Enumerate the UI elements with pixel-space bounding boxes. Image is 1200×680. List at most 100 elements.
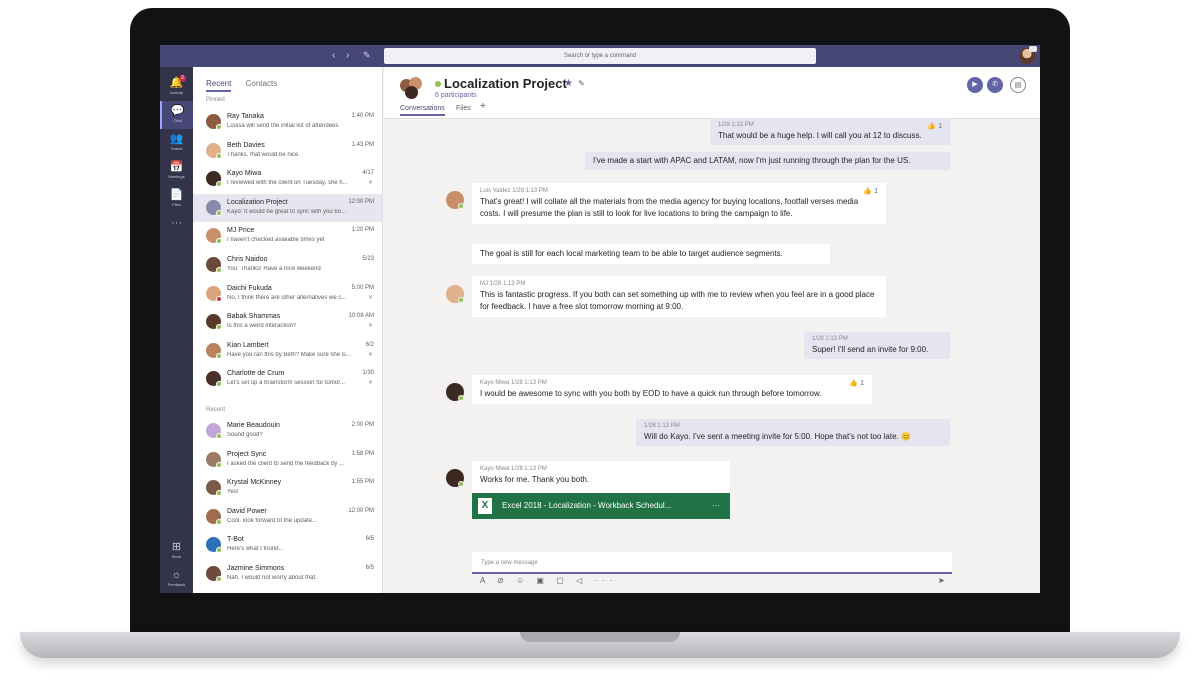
chat-name: T-Bot — [227, 536, 244, 544]
excel-icon: X — [478, 498, 492, 514]
message-theirs: The goal is still for each local marketi… — [472, 244, 830, 264]
chat-time: 1:20 PM — [351, 227, 374, 234]
message-mine: 1/28 1:13 PM That would be a huge help. … — [710, 118, 950, 145]
tab-contacts[interactable]: Contacts — [246, 79, 278, 90]
chat-list-item[interactable]: Jazmine Simmons Nah. I would not worry ab… — [193, 560, 382, 588]
message-theirs: Kayo Miwa 1/28 1:13 PM I would be awesom… — [472, 375, 872, 404]
mute-icon[interactable]: ✕ — [368, 294, 373, 301]
attachment-name: Excel 2018 - Localization - Workback Sch… — [502, 501, 672, 510]
chat-time: 6/5 — [365, 536, 374, 543]
chat-list-item[interactable]: Chris Naidoo You: Thanks! Have a nice wee… — [193, 251, 382, 279]
rail-more[interactable]: ··· — [160, 213, 193, 241]
chat-name: David Power — [227, 507, 267, 515]
chat-preview: Is this a weird interaction? — [227, 323, 297, 330]
message-meta: Luis Valdez 1/28 1:13 PM — [480, 188, 548, 194]
chat-preview: Kayo: It would be great to sync with you… — [227, 208, 347, 215]
rail-store[interactable]: ⊞ Store — [160, 537, 193, 565]
sender-presence-icon — [458, 481, 464, 487]
chat-preview: Cool. look forward to the update... — [227, 517, 318, 524]
title-bar: ‹ › ✎ Search or type a command — [160, 45, 1040, 67]
rail-meetings[interactable]: 📅 Meetings — [160, 157, 193, 185]
chat-list-item[interactable]: Charlotte de Crum Let's set up a brainsto… — [193, 365, 382, 393]
presence-icon — [216, 518, 222, 525]
chat-list-item[interactable]: T-Bot Here's what I found... 6/5 — [193, 531, 382, 559]
mute-icon[interactable]: ✕ — [368, 379, 373, 386]
rail-label: Meetings — [168, 174, 185, 179]
presence-icon — [216, 267, 222, 273]
chat-list-item[interactable]: Ray Tanaka Louisa will send the initial l… — [193, 108, 382, 136]
chat-time: 4/17 — [362, 170, 374, 177]
tab-recent[interactable]: Recent — [206, 79, 232, 92]
chat-preview: Yes! — [227, 489, 239, 496]
presence-icon — [216, 433, 222, 439]
chat-name: Krystal McKinney — [227, 479, 282, 487]
rail-label: Store — [171, 554, 182, 559]
presence-icon — [216, 124, 222, 130]
chat-list-item[interactable]: Krystal McKinney Yes! 1:55 PM — [193, 474, 382, 502]
chat-name: Kian Lambert — [227, 341, 269, 349]
like-count[interactable]: 👍 1 — [927, 121, 942, 133]
sender-presence-icon — [458, 297, 464, 303]
rail-files[interactable]: 📄 Files — [160, 185, 193, 213]
group-avatar — [400, 77, 422, 99]
message-theirs: Luis Valdez 1/28 1:13 PM That's great! I… — [472, 183, 886, 224]
chat-list-item[interactable]: Daichi Fukuda No, I think there are other… — [193, 280, 382, 308]
share-screen-button[interactable]: ▤ — [1010, 77, 1026, 93]
chat-list-item[interactable]: Beth Davies Thanks, that would be nice. 1:… — [193, 137, 382, 165]
chat-list-item[interactable]: Kayo Miwa I reviewed with the client on T… — [193, 165, 382, 193]
tab-conversations[interactable]: Conversations — [400, 105, 445, 116]
presence-icon — [216, 209, 222, 216]
presence-icon — [216, 181, 222, 188]
rail-chat[interactable]: 💬 Chat — [160, 101, 193, 129]
command-search-box[interactable]: Search or type a command — [384, 48, 816, 64]
chat-name: Project Sync — [227, 450, 267, 458]
message-meta: Kayo Miwa 1/28 1:13 PM — [480, 466, 547, 472]
chat-time: 5:00 PM — [351, 284, 374, 291]
back-icon[interactable]: ‹ — [332, 50, 335, 61]
chat-list-item[interactable]: Localization Project Kayo: It would be gr… — [193, 193, 382, 222]
edit-name-icon[interactable]: ✎ — [578, 79, 585, 88]
attachment-more-icon[interactable]: ··· — [712, 493, 720, 519]
chat-list-item[interactable]: MJ Price I haven't checked available time… — [193, 222, 382, 250]
more-icon: ··· — [171, 217, 182, 229]
chat-list-item[interactable]: Marie Beaudouin Sound good? 2:00 PM — [193, 417, 382, 445]
forward-icon[interactable]: › — [346, 50, 349, 61]
sender-presence-icon — [458, 395, 464, 401]
chat-preview: You: Thanks! Have a nice weekend — [227, 266, 321, 272]
rail-label: Files — [172, 202, 181, 207]
chat-preview: Here's what I found... — [227, 546, 284, 553]
group-presence-icon — [435, 81, 441, 87]
mute-icon[interactable]: ✕ — [368, 179, 373, 186]
message-meta: 1/28 1:13 PM — [644, 423, 680, 429]
chat-preview: Have you ran this by Beth? Make sure she… — [227, 351, 352, 358]
compose-toolbar[interactable]: A ⊘ ☺ ▣ ▢ ◁ ··· — [480, 576, 617, 585]
chat-list-item[interactable]: David Power Cool. look forward to the upd… — [193, 503, 382, 531]
participants-link[interactable]: 6 participants — [435, 92, 477, 99]
tab-files[interactable]: Files — [456, 105, 471, 112]
presence-icon — [216, 381, 222, 388]
pinned-section-label: Pinned — [206, 97, 225, 103]
excel-attachment-card[interactable]: X Excel 2018 - Localization - Workback S… — [472, 493, 730, 519]
rail-teams[interactable]: 👥 Teams — [160, 129, 193, 157]
like-number: 1 — [938, 123, 942, 130]
chat-time: 5/23 — [362, 256, 374, 262]
rail-activity[interactable]: 🔔 Activity 2 — [160, 73, 193, 101]
chat-time: 1:43 PM — [351, 141, 374, 148]
like-count[interactable]: 👍 1 — [849, 378, 864, 390]
add-tab-button[interactable]: + — [480, 101, 486, 112]
favorite-star-icon[interactable]: ★ — [564, 78, 573, 89]
new-chat-icon[interactable]: ✎ — [363, 50, 373, 60]
video-call-button[interactable]: ▶ — [967, 77, 983, 93]
send-icon[interactable]: ➤ — [938, 576, 945, 585]
chat-list-item[interactable]: Kian Lambert Have you ran this by Beth? M… — [193, 337, 382, 365]
message-mine: 1/28 1:13 PM Super! I'll send an invite … — [804, 332, 950, 359]
compose-box[interactable]: Type a new message — [472, 552, 952, 574]
rail-label: Teams — [170, 146, 183, 151]
chat-list-item[interactable]: Babak Shammas Is this a weird interaction… — [193, 308, 382, 336]
audio-call-button[interactable]: ✆ — [987, 77, 1003, 93]
rail-feedback[interactable]: ☼ Feedback — [160, 565, 193, 593]
mute-icon[interactable]: ✕ — [368, 351, 373, 358]
mute-icon[interactable]: ✕ — [368, 322, 373, 329]
chat-list-item[interactable]: Project Sync I asked the client to send t… — [193, 446, 382, 474]
like-count[interactable]: 👍 1 — [863, 186, 878, 198]
